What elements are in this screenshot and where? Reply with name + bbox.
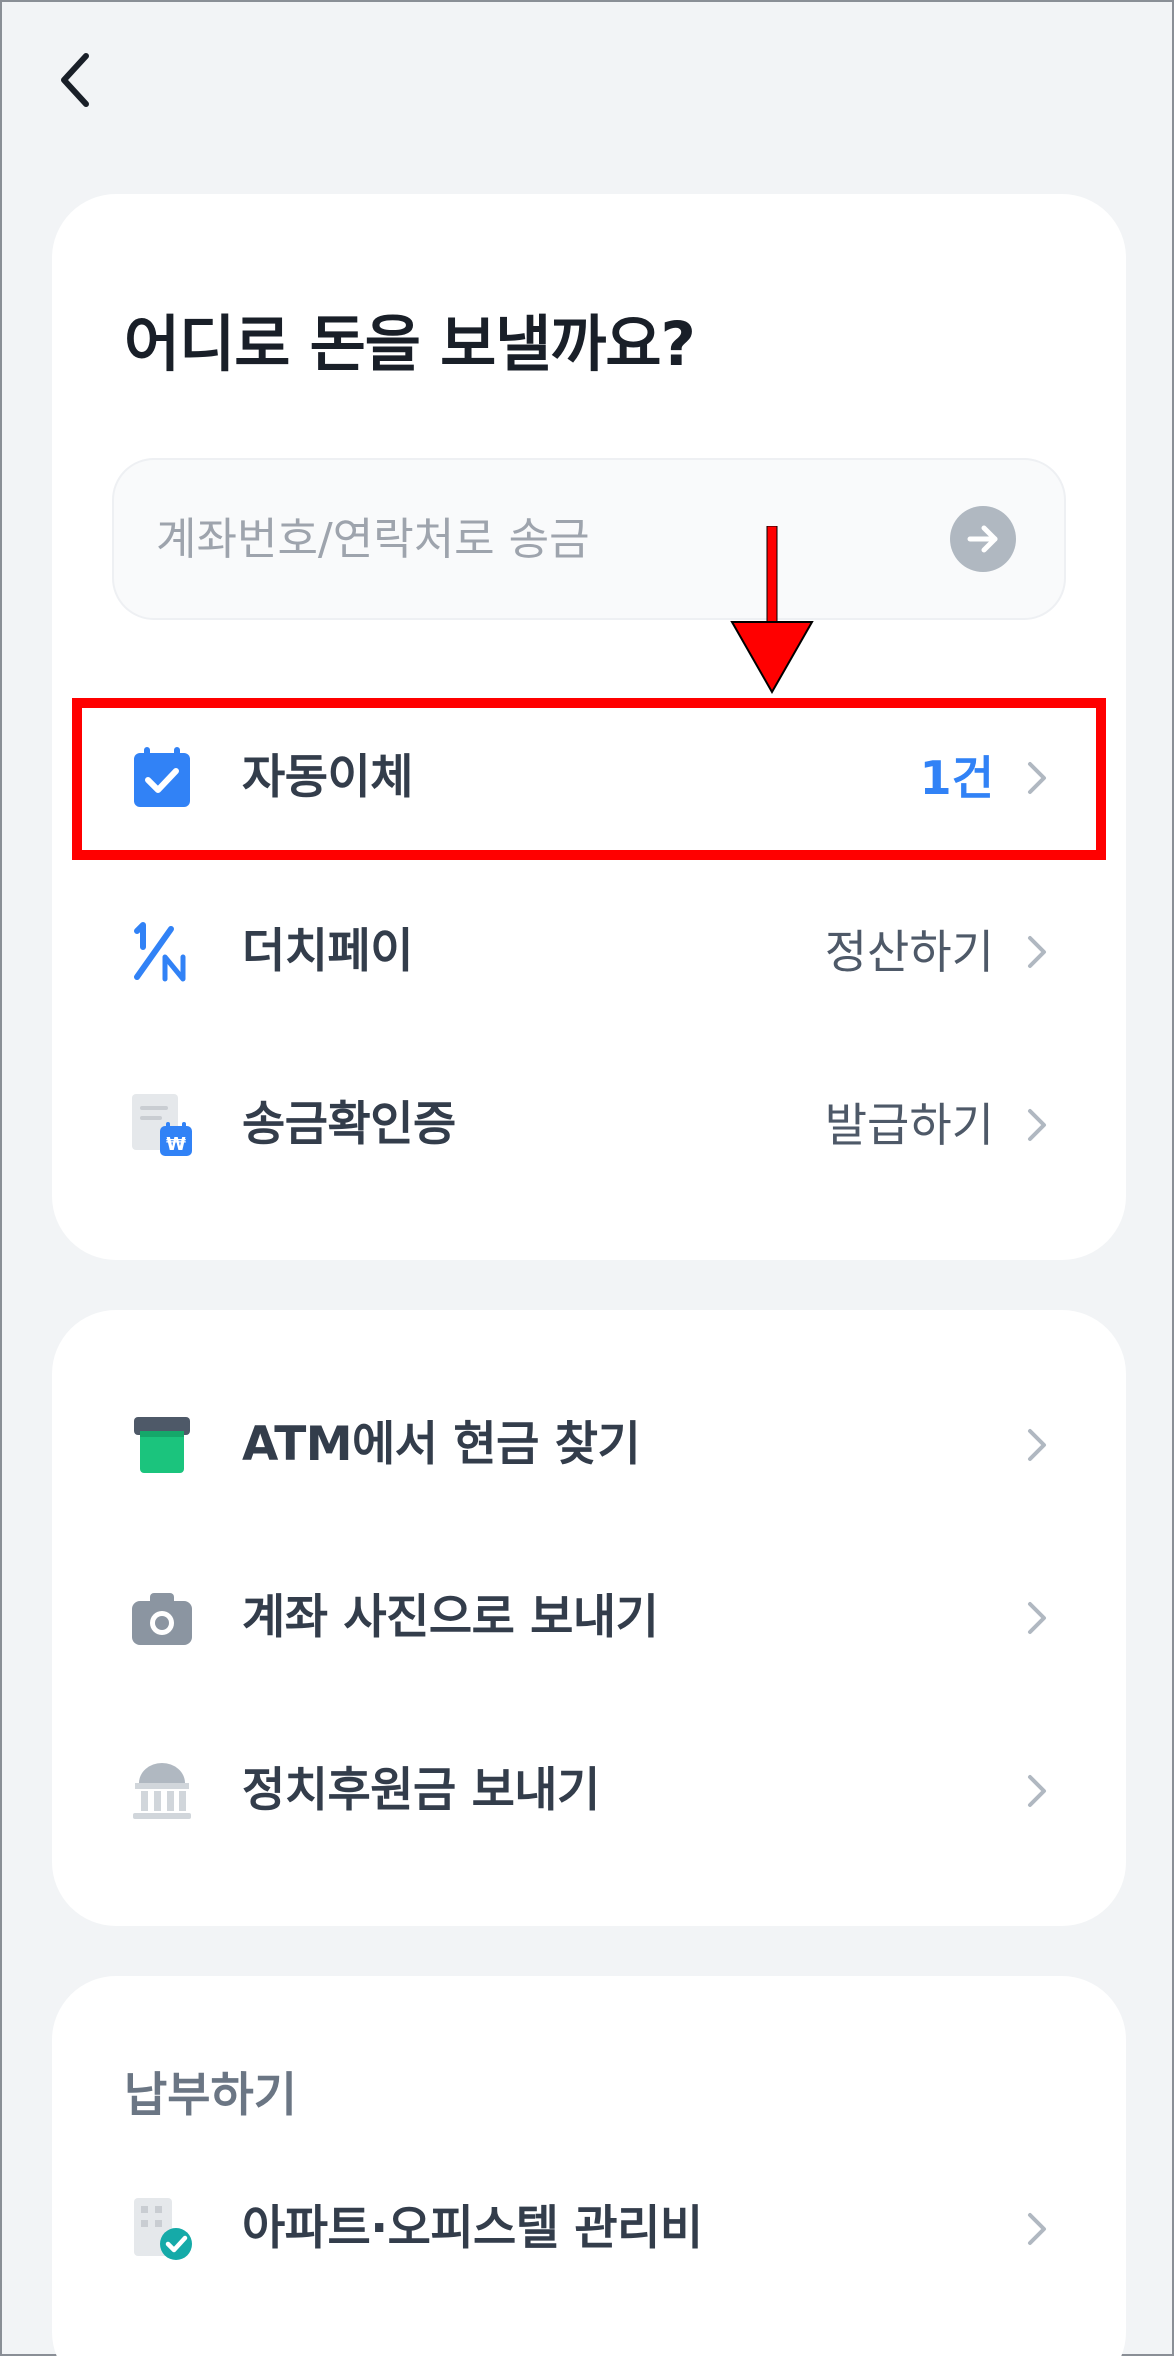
arrow-right-icon <box>967 525 998 553</box>
row-label: 아파트·오피스텔 관리비 <box>242 2201 703 2256</box>
government-building-icon <box>128 1757 196 1825</box>
chevron-right-icon <box>1028 1775 1046 1807</box>
svg-text:₩: ₩ <box>166 1134 186 1155</box>
apartment-fee-row[interactable]: 아파트·오피스텔 관리비 <box>52 2154 1126 2304</box>
dutch-pay-action: 정산하기 <box>824 925 994 979</box>
row-label: 계좌 사진으로 보내기 <box>242 1590 659 1645</box>
chevron-right-icon <box>1028 1429 1046 1461</box>
row-label: 정치후원금 보내기 <box>242 1763 600 1818</box>
row-label: 더치페이 <box>242 924 413 979</box>
chevron-left-icon <box>61 53 89 107</box>
row-label: ATM에서 현금 찾기 <box>242 1417 641 1472</box>
receipt-won-icon: ₩ <box>128 1091 196 1159</box>
dutch-pay-row[interactable]: 더치페이 정산하기 <box>52 877 1126 1027</box>
account-search-input[interactable] <box>156 460 936 618</box>
photo-transfer-row[interactable]: 계좌 사진으로 보내기 <box>52 1543 1126 1693</box>
payments-card: 납부하기 아파트·오피스텔 관리비 <box>52 1976 1126 2356</box>
one-over-n-icon <box>128 918 196 986</box>
highlight-box <box>72 698 1106 860</box>
more-options-card: ATM에서 현금 찾기 계좌 사진으로 보내기 정치후원금 보내기 <box>52 1310 1126 1926</box>
chevron-right-icon <box>1028 1109 1046 1141</box>
atm-icon <box>128 1411 196 1479</box>
certificate-action: 발급하기 <box>824 1098 994 1152</box>
section-title: 납부하기 <box>124 2068 297 2123</box>
search-box[interactable] <box>112 458 1066 620</box>
row-label: 송금확인증 <box>242 1097 456 1152</box>
chevron-right-icon <box>1028 936 1046 968</box>
search-submit-button[interactable] <box>950 506 1016 572</box>
atm-cash-row[interactable]: ATM에서 현금 찾기 <box>52 1370 1126 1520</box>
back-button[interactable] <box>46 40 106 120</box>
political-donation-row[interactable]: 정치후원금 보내기 <box>52 1716 1126 1866</box>
annotation-arrow-icon <box>730 526 814 694</box>
chevron-right-icon <box>1028 2213 1046 2245</box>
chevron-right-icon <box>1028 1602 1046 1634</box>
page-title: 어디로 돈을 보낼까요? <box>124 309 696 380</box>
building-check-icon <box>128 2195 196 2263</box>
camera-icon <box>128 1584 196 1652</box>
transfer-certificate-row[interactable]: ₩ 송금확인증 발급하기 <box>52 1050 1126 1200</box>
